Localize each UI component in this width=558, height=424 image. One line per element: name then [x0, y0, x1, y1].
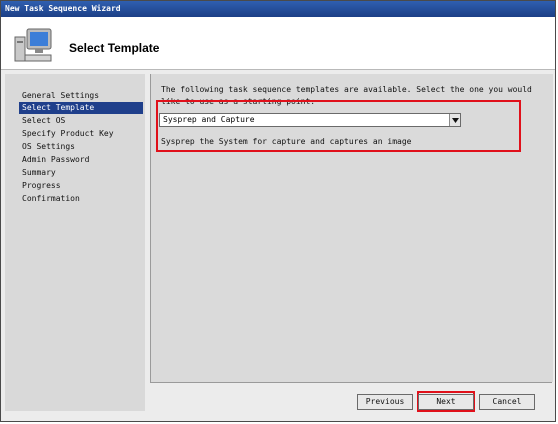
nav-item-os-settings[interactable]: OS Settings: [19, 141, 143, 153]
wizard-window: New Task Sequence Wizard Select Template…: [0, 0, 556, 422]
nav-item-progress[interactable]: Progress: [19, 180, 143, 192]
title-bar: New Task Sequence Wizard: [1, 1, 555, 17]
previous-button[interactable]: Previous: [357, 394, 413, 410]
nav-item-admin-password[interactable]: Admin Password: [19, 154, 143, 166]
computer-monitor-icon: [14, 28, 52, 62]
footer-divider: [150, 382, 552, 383]
template-selected-value: Sysprep and Capture: [163, 115, 255, 124]
nav-item-select-template[interactable]: Select Template: [19, 102, 143, 114]
window-title: New Task Sequence Wizard: [5, 4, 121, 13]
nav-item-confirmation[interactable]: Confirmation: [19, 193, 143, 205]
template-dropdown[interactable]: Sysprep and Capture: [159, 113, 461, 127]
wizard-header: Select Template: [1, 17, 555, 70]
nav-item-specify-product-key[interactable]: Specify Product Key: [19, 128, 143, 140]
nav-item-general-settings[interactable]: General Settings: [19, 90, 143, 102]
chevron-down-icon[interactable]: [449, 114, 460, 126]
next-button[interactable]: Next: [418, 394, 474, 410]
content-panel: The following task sequence templates ar…: [150, 74, 553, 382]
step-navigation: General Settings Select Template Select …: [5, 74, 145, 411]
page-title: Select Template: [69, 41, 160, 55]
template-description: Sysprep the System for capture and captu…: [161, 137, 412, 146]
cancel-button[interactable]: Cancel: [479, 394, 535, 410]
nav-item-summary[interactable]: Summary: [19, 167, 143, 179]
intro-line-1: The following task sequence templates ar…: [161, 85, 532, 94]
nav-item-select-os[interactable]: Select OS: [19, 115, 143, 127]
